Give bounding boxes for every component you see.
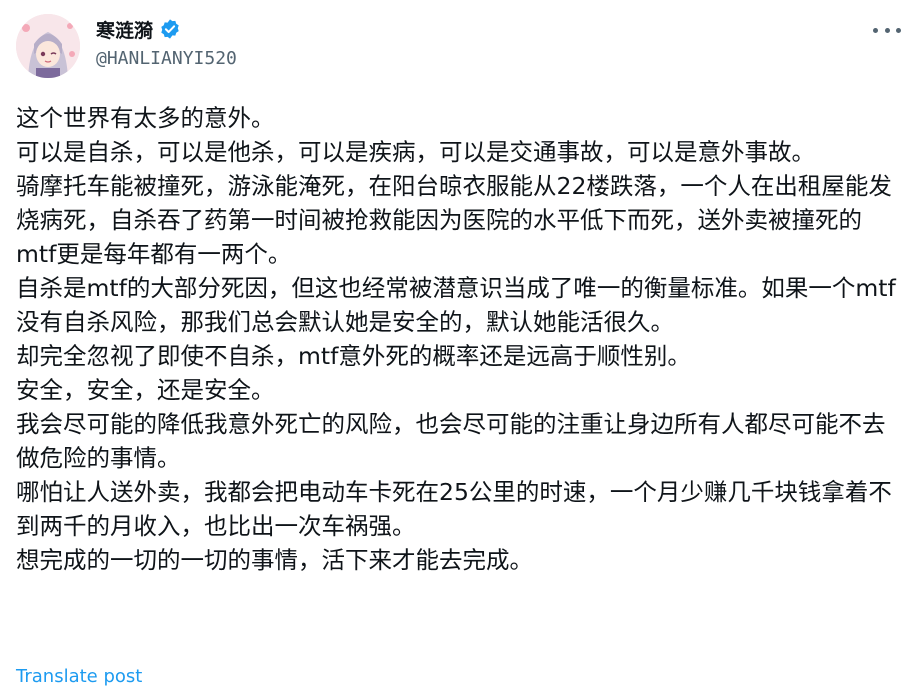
more-options-icon[interactable] — [873, 20, 901, 40]
author-display-name[interactable]: 寒涟漪 — [96, 16, 153, 43]
author-handle[interactable]: @HANLIANYI520 — [96, 48, 237, 69]
post-line: 可以是自杀，可以是他杀，可以是疾病，可以是交通事故，可以是意外事故。 — [16, 138, 815, 166]
avatar[interactable] — [16, 14, 80, 78]
post-line: 这个世界有太多的意外。 — [16, 104, 275, 132]
more-dot — [896, 27, 901, 33]
post-line: 却完全忽视了即使不自杀，mtf意外死的概率还是远高于顺性别。 — [16, 342, 691, 370]
post-line: 自杀是mtf的大部分死因，但这也经常被潜意识当成了唯一的衡量标准。如果一个mtf… — [16, 274, 896, 336]
post-line: 安全，安全，还是安全。 — [16, 376, 275, 404]
more-dot — [873, 27, 878, 33]
more-dot — [884, 27, 890, 33]
post: 寒涟漪 @HANLIANYI520 这个世界有太多的意外。 可以是自杀，可以是他… — [0, 0, 919, 691]
author-name-row: 寒涟漪 — [96, 14, 181, 44]
verified-badge-icon — [161, 19, 179, 39]
post-line: 哪怕让人送外卖，我都会把电动车卡死在25公里的时速，一个月少赚几千块钱拿着不到两… — [16, 478, 892, 540]
post-line: 我会尽可能的降低我意外死亡的风险，也会尽可能的注重让身边所有人都尽可能不去做危险… — [16, 410, 886, 472]
translate-post-link[interactable]: Translate post — [16, 666, 142, 687]
post-text: 这个世界有太多的意外。 可以是自杀，可以是他杀，可以是疾病，可以是交通事故，可以… — [16, 101, 896, 577]
post-line: 骑摩托车能被撞死，游泳能淹死，在阳台晾衣服能从22楼跌落，一个人在出租屋能发烧病… — [16, 172, 892, 268]
avatar-image — [16, 14, 80, 78]
post-line: 想完成的一切的一切的事情，活下来才能去完成。 — [16, 546, 533, 574]
